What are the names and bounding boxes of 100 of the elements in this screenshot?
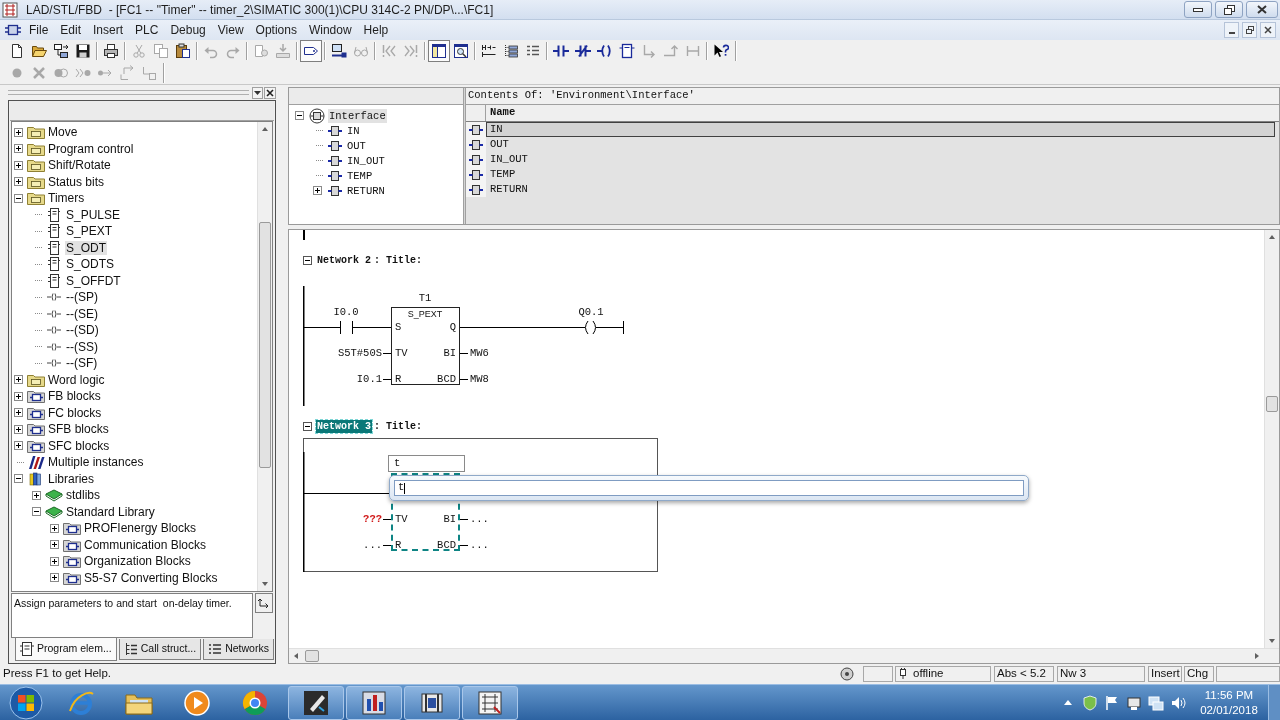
- tree-item[interactable]: IN: [346, 123, 361, 138]
- tree-item[interactable]: Program control: [47, 141, 135, 156]
- toolbar-button[interactable]: [428, 40, 450, 62]
- expand-icon[interactable]: [13, 144, 23, 154]
- collapse-icon[interactable]: [13, 193, 23, 203]
- tree-item[interactable]: SFB blocks: [47, 422, 110, 437]
- interface-row[interactable]: RETURN: [486, 182, 1275, 197]
- tree-item[interactable]: PROFIenergy Blocks: [83, 521, 198, 536]
- clock-button[interactable]: 11:56 PM 02/01/2018: [1196, 685, 1262, 720]
- taskbar-window-button[interactable]: [404, 685, 460, 720]
- menu-item[interactable]: Debug: [164, 21, 212, 39]
- tree-item[interactable]: S_ODTS: [65, 257, 115, 272]
- restore-button[interactable]: [1215, 1, 1243, 18]
- expand-icon[interactable]: [13, 177, 23, 187]
- collapse-icon[interactable]: [303, 255, 312, 265]
- interface-row[interactable]: IN_OUT: [486, 152, 1275, 167]
- panel-tab[interactable]: Call struct...: [118, 639, 202, 660]
- menu-item[interactable]: File: [23, 21, 55, 39]
- tree-item[interactable]: --(SF): [65, 356, 99, 371]
- tree-item[interactable]: S_ODT: [65, 240, 107, 255]
- tree-item[interactable]: Word logic: [47, 372, 106, 387]
- interface-row[interactable]: IN: [486, 122, 1275, 137]
- taskbar-window-button[interactable]: [346, 685, 402, 720]
- expand-icon[interactable]: [312, 186, 322, 195]
- document-close-button[interactable]: [1260, 22, 1276, 38]
- expand-icon[interactable]: [13, 391, 23, 401]
- network-title[interactable]: : Title:: [374, 418, 423, 434]
- tree-item[interactable]: stdlibs: [65, 488, 101, 503]
- tree-item[interactable]: TEMP: [346, 168, 374, 183]
- menu-item[interactable]: Options: [249, 21, 303, 39]
- expand-icon[interactable]: [49, 540, 59, 550]
- scroll-thumb[interactable]: [1266, 396, 1278, 412]
- tree-item[interactable]: RETURN: [346, 183, 386, 198]
- expand-icon[interactable]: [13, 160, 23, 170]
- scroll-thumb[interactable]: [305, 650, 319, 662]
- document-restore-button[interactable]: [1242, 22, 1257, 38]
- scroll-thumb[interactable]: [259, 222, 271, 468]
- expand-icon[interactable]: [13, 375, 23, 385]
- interface-row[interactable]: TEMP: [486, 167, 1275, 182]
- network-title[interactable]: : Title:: [374, 252, 423, 268]
- document-minimize-button[interactable]: [1224, 22, 1239, 38]
- tree-item[interactable]: S_PEXT: [65, 224, 114, 239]
- expand-icon[interactable]: [13, 127, 23, 137]
- tree-item[interactable]: --(SD): [65, 323, 100, 338]
- tree-item[interactable]: --(SP): [65, 290, 99, 305]
- minimize-button[interactable]: [1184, 1, 1212, 18]
- tree-item[interactable]: --(SS): [65, 339, 99, 354]
- flag-icon[interactable]: [1104, 694, 1120, 711]
- collapse-icon[interactable]: [31, 507, 41, 517]
- collapse-icon[interactable]: [294, 111, 304, 120]
- screens-icon[interactable]: [1148, 694, 1164, 711]
- collapse-icon[interactable]: [303, 421, 312, 431]
- expand-icon[interactable]: [31, 490, 41, 500]
- horizontal-scrollbar[interactable]: [289, 648, 1279, 663]
- taskbar-window-button[interactable]: [462, 685, 518, 720]
- menu-item[interactable]: Insert: [87, 21, 130, 39]
- menu-item[interactable]: PLC: [129, 21, 165, 39]
- interface-row[interactable]: OUT: [486, 137, 1275, 152]
- expand-icon[interactable]: [13, 424, 23, 434]
- expand-icon[interactable]: [49, 556, 59, 566]
- menu-item[interactable]: View: [211, 21, 250, 39]
- vertical-scrollbar[interactable]: [1264, 230, 1279, 648]
- menu-item[interactable]: Help: [357, 21, 395, 39]
- tree-item[interactable]: OUT: [346, 138, 367, 153]
- tree-item[interactable]: Interface: [328, 108, 387, 123]
- timer-block[interactable]: [391, 307, 460, 385]
- tree-item[interactable]: Timers: [47, 191, 86, 206]
- menu-item[interactable]: Edit: [54, 21, 88, 39]
- menu-item[interactable]: Window: [302, 21, 358, 39]
- tree-item[interactable]: Standard Library: [65, 504, 156, 519]
- panel-tab[interactable]: Networks: [203, 639, 274, 660]
- collapse-icon[interactable]: [13, 474, 23, 484]
- tree-item[interactable]: --(SE): [65, 306, 99, 321]
- panel-menu-button[interactable]: [252, 86, 263, 99]
- tree-item[interactable]: Organization Blocks: [83, 554, 192, 569]
- tree-item[interactable]: FC blocks: [47, 405, 103, 420]
- tree-item[interactable]: S5-S7 Converting Blocks: [83, 570, 219, 585]
- network-label[interactable]: Network 3: [316, 419, 372, 433]
- symbol-input[interactable]: t: [394, 480, 1024, 496]
- taskbar-window-button[interactable]: [288, 685, 344, 720]
- tree-item[interactable]: S_PULSE: [65, 207, 122, 222]
- panel-tab[interactable]: Program elem...: [15, 638, 117, 661]
- expand-icon[interactable]: [49, 523, 59, 533]
- network-label[interactable]: Network 2: [316, 253, 372, 267]
- tree-item[interactable]: Libraries: [47, 471, 96, 486]
- toolbar-button[interactable]: [300, 40, 322, 62]
- expand-icon[interactable]: [13, 408, 23, 418]
- tree-item[interactable]: SFC blocks: [47, 438, 111, 453]
- close-button[interactable]: [1246, 1, 1278, 18]
- description-toggle-button[interactable]: [255, 593, 273, 613]
- expand-icon[interactable]: [13, 441, 23, 451]
- monitor-icon[interactable]: [1126, 694, 1142, 711]
- tree-item[interactable]: FB blocks: [47, 389, 102, 404]
- tree-item[interactable]: Status bits: [47, 174, 106, 189]
- tree-item[interactable]: Shift/Rotate: [47, 158, 112, 173]
- tree-item[interactable]: IN_OUT: [346, 153, 386, 168]
- tree-item[interactable]: Multiple instances: [47, 455, 145, 470]
- shield-icon[interactable]: [1082, 694, 1098, 711]
- expand-icon[interactable]: [49, 573, 59, 583]
- vertical-scrollbar[interactable]: [257, 122, 272, 591]
